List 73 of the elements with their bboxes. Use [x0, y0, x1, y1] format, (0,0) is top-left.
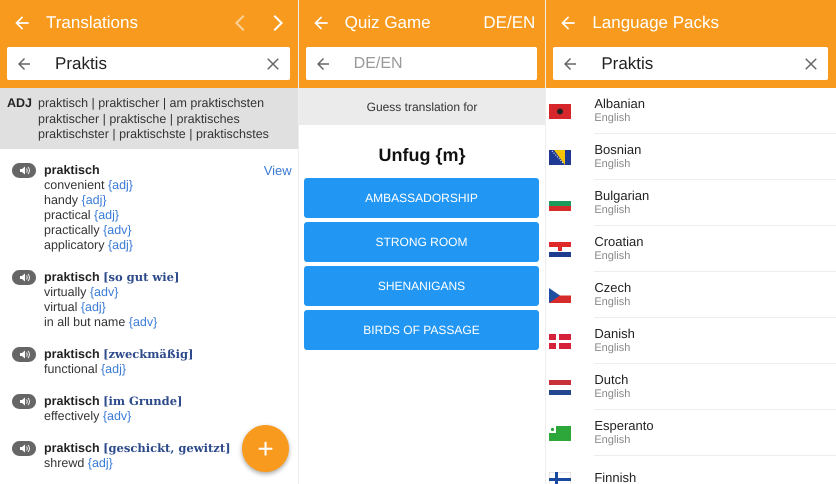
flag-icon — [549, 288, 572, 302]
flag-icon — [549, 334, 572, 348]
language-subtitle: English — [594, 342, 630, 354]
translation-text: practical — [44, 208, 91, 222]
flag-icon — [549, 242, 572, 256]
part-of-speech: {adj} — [88, 456, 113, 470]
part-of-speech: {adj} — [108, 178, 133, 192]
flag-icon — [549, 380, 572, 394]
part-of-speech: {adj} — [101, 362, 126, 376]
screen-title: Translations — [46, 12, 138, 32]
translation-text: shrewd — [44, 456, 84, 470]
speaker-button[interactable] — [12, 162, 36, 178]
part-of-speech: {adj} — [108, 238, 133, 252]
part-of-speech: {adj} — [82, 192, 107, 206]
inflection-forms: praktischster | praktischste | praktischstes — [38, 127, 269, 142]
part-of-speech: {adj} — [94, 208, 120, 222]
language-name[interactable]: Dutch — [594, 372, 628, 386]
view-link[interactable]: View — [264, 162, 292, 178]
speaker-button[interactable] — [12, 270, 36, 284]
word-class-label: ADJ — [7, 96, 32, 112]
context-note: [im Grunde] — [103, 394, 182, 408]
screen-title: Quiz Game — [344, 12, 431, 32]
language-name[interactable]: Croatian — [594, 234, 644, 248]
translation-text: applicatory — [44, 238, 104, 252]
flag-icon — [549, 104, 572, 118]
headword: praktisch — [44, 270, 100, 284]
language-subtitle: English — [594, 250, 630, 262]
inflection-forms: praktischer | praktische | praktisches — [38, 112, 241, 127]
flag-icon — [549, 150, 572, 164]
translation-text: handy — [44, 192, 78, 206]
speaker-button[interactable] — [12, 440, 36, 456]
headword: praktisch — [44, 162, 100, 176]
search-field[interactable]: Praktis — [553, 47, 828, 80]
language-name[interactable]: Bosnian — [594, 142, 642, 156]
language-name[interactable]: Danish — [594, 326, 635, 340]
part-of-speech: {adv} — [90, 284, 118, 298]
translation-text: virtual — [44, 300, 78, 314]
headword: praktisch — [44, 346, 100, 360]
search-field[interactable]: DE/EN — [306, 47, 538, 80]
language-subtitle: English — [594, 296, 630, 308]
prompt-text: Guess translation for — [366, 100, 478, 114]
context-note: [zweckmäßig] — [103, 346, 194, 360]
language-name[interactable]: Czech — [594, 280, 632, 294]
translation-text: convenient — [44, 178, 104, 192]
translation-text: practically — [44, 222, 100, 236]
language-subtitle: English — [594, 204, 630, 216]
context-note: [so gut wie] — [103, 270, 180, 284]
translation-text: effectively — [44, 408, 100, 422]
language-subtitle: English — [594, 158, 630, 170]
part-of-speech: {adv} — [102, 408, 132, 422]
language-subtitle: English — [594, 112, 630, 124]
speaker-button[interactable] — [12, 394, 36, 408]
translation-text: in all but name — [44, 314, 126, 328]
language-subtitle: English — [594, 434, 630, 446]
screen-title: Language Packs — [592, 12, 719, 32]
language-name[interactable]: Albanian — [594, 96, 645, 110]
language-name[interactable]: Esperanto — [594, 418, 654, 432]
part-of-speech: {adv} — [103, 222, 132, 236]
part-of-speech: {adj} — [80, 300, 106, 314]
part-of-speech: {adv} — [128, 314, 158, 328]
translation-text: virtually — [44, 284, 86, 298]
translation-text: functional — [44, 362, 98, 376]
flag-icon — [549, 426, 572, 440]
language-name[interactable]: Bulgarian — [594, 188, 650, 202]
speaker-button[interactable] — [12, 346, 36, 362]
quiz-word: Unfug {m} — [377, 145, 466, 166]
language-name[interactable]: Finnish — [594, 470, 636, 484]
language-subtitle: English — [594, 388, 630, 400]
context-note: [geschickt, gewitzt] — [103, 440, 231, 454]
headword: praktisch — [44, 394, 100, 408]
inflection-forms: praktisch | praktischer | am praktischsten — [38, 96, 266, 112]
search-field[interactable]: Praktis — [7, 47, 290, 80]
headword: praktisch — [44, 440, 100, 454]
